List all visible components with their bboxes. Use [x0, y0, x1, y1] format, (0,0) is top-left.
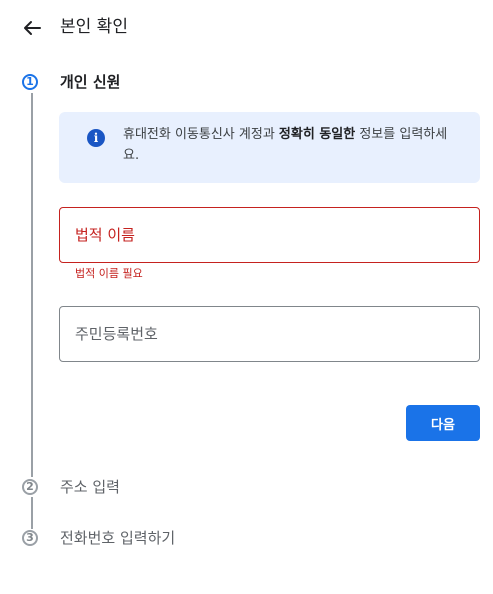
info-text-part: 휴대전화 이동통신사 계정과 — [123, 127, 279, 142]
step-3-number: 3 — [22, 530, 38, 546]
legal-name-input[interactable] — [75, 208, 465, 262]
info-box: i 휴대전화 이동통신사 계정과 정확히 동일한 정보를 입력하세요. — [59, 112, 480, 183]
step-1-number: 1 — [22, 74, 38, 90]
info-icon: i — [87, 129, 105, 147]
page-title: 본인 확인 — [60, 17, 128, 37]
back-button[interactable] — [18, 14, 46, 42]
info-text-bold: 정확히 동일한 — [278, 127, 356, 142]
resident-number-field[interactable] — [59, 306, 480, 362]
legal-name-field[interactable] — [59, 207, 480, 263]
arrow-back-icon — [24, 21, 41, 35]
step-1-label: 개인 신원 — [60, 73, 121, 91]
step-3-label[interactable]: 전화번호 입력하기 — [60, 527, 175, 549]
stepper-line — [31, 93, 33, 477]
stepper-line — [31, 497, 33, 529]
resident-number-input[interactable] — [75, 307, 465, 361]
page-header: 본인 확인 — [0, 0, 493, 56]
step-2-number: 2 — [22, 479, 38, 495]
next-button[interactable]: 다음 — [406, 405, 480, 441]
info-text: 휴대전화 이동통신사 계정과 정확히 동일한 정보를 입력하세요. — [123, 124, 463, 166]
legal-name-error: 법적 이름 필요 — [75, 267, 143, 280]
step-2-label[interactable]: 주소 입력 — [60, 476, 120, 498]
